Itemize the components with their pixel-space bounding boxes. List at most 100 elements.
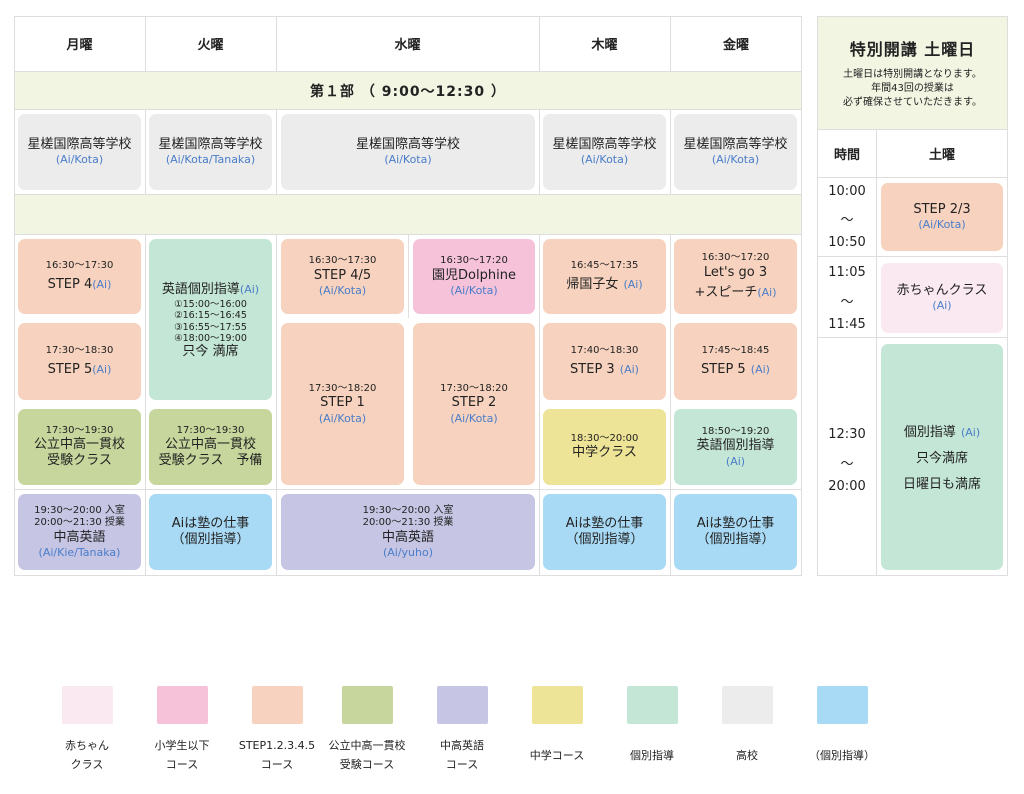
header-monday: 月曜: [66, 38, 93, 53]
tutor-label: (Ai): [725, 454, 746, 468]
class-pubjh-monday[interactable]: 17:30〜19:30 公立中高一貫校 受験クラス: [18, 409, 141, 485]
class-step23-saturday[interactable]: STEP 2/3 (Ai/Kota): [881, 183, 1003, 251]
class-kikoku-thursday[interactable]: 16:45〜17:35 帰国子女 (Ai): [543, 239, 666, 314]
class-step1-wednesday[interactable]: 17:30〜18:20 STEP 1 (Ai/Kota): [281, 323, 404, 485]
legend-label-english: 中高英語 コース: [440, 739, 484, 772]
work-label: Aiは塾の仕事: [171, 515, 250, 531]
tutor-label: (Ai/Kota): [580, 153, 629, 167]
slot-3: ③16:55〜17:55: [174, 321, 247, 333]
tutor-label: (Ai): [750, 362, 770, 376]
class-pubjh-tuesday[interactable]: 17:30〜19:30 公立中高一貫校 受験クラス 予備: [149, 409, 272, 485]
school-cell-thursday[interactable]: 星槎国際高等学校 (Ai/Kota): [543, 114, 666, 190]
class-individual-saturday[interactable]: 個別指導 (Ai) 只今満席 日曜日も満席: [881, 344, 1003, 570]
grid-line: [876, 129, 877, 576]
tutor-label: (Ai/Kota): [55, 153, 104, 167]
class-time-entry: 19:30〜20:00 入室: [362, 504, 454, 516]
school-name: 星槎国際高等学校: [158, 137, 263, 152]
tutor-label: (Ai/yuho): [382, 545, 434, 559]
legend-label-pubjh: 公立中高一貫校 受験コース: [328, 739, 406, 772]
legend-swatch-english: [437, 686, 488, 724]
tutor-label: (Ai/Kota/Tanaka): [165, 153, 256, 167]
class-time: 16:45〜17:35: [570, 260, 639, 272]
school-cell-wednesday[interactable]: 星槎国際高等学校 (Ai/Kota): [281, 114, 535, 190]
grid-line: [14, 109, 802, 110]
class-title: STEP 4/5: [313, 267, 372, 283]
school-cell-monday[interactable]: 星槎国際高等学校 (Ai/Kota): [18, 114, 141, 190]
class-time: 18:30〜20:00: [570, 432, 639, 444]
class-letsgo-friday[interactable]: 16:30〜17:20 Let's go 3 +スピーチ(Ai): [674, 239, 797, 314]
school-name: 星槎国際高等学校: [552, 137, 657, 152]
class-time: 18:50〜19:20: [701, 425, 770, 437]
class-english-monday[interactable]: 19:30〜20:00 入室 20:00〜21:30 授業 中高英語 (Ai/K…: [18, 494, 141, 570]
time-start: 12:30: [828, 427, 866, 442]
tutor-label: (Ai): [757, 285, 777, 299]
time-end: 11:45: [828, 317, 866, 332]
section-band-2: [15, 195, 801, 234]
header-friday: 金曜: [722, 38, 749, 53]
class-time: 17:30〜18:20: [440, 382, 508, 394]
time-start: 11:05: [828, 265, 866, 280]
class-english-individual-tuesday[interactable]: 英語個別指導(Ai) ①15:00〜16:00 ②16:15〜16:45 ③16…: [149, 239, 272, 400]
class-baby-saturday[interactable]: 赤ちゃんクラス (Ai): [881, 263, 1003, 333]
class-step45-wednesday[interactable]: 16:30〜17:30 STEP 4/5 (Ai/Kota): [281, 239, 404, 314]
header-thursday: 木曜: [591, 38, 618, 53]
school-cell-tuesday[interactable]: 星槎国際高等学校 (Ai/Kota/Tanaka): [149, 114, 272, 190]
class-title: STEP 4: [47, 276, 93, 292]
slot-2: ②16:15〜16:45: [174, 310, 247, 322]
class-jh-thursday[interactable]: 18:30〜20:00 中学クラス: [543, 409, 666, 485]
tutor-label: (Ai/Kota): [450, 411, 498, 425]
legend-label-highschool: 高校: [736, 749, 758, 762]
legend: 赤ちゃん クラス 小学生以下 コース STEP1.2.3.4.5 コース 公立中高一貫…: [0, 680, 1024, 790]
class-step5-monday[interactable]: 17:30〜18:30 STEP 5(Ai): [18, 323, 141, 400]
time-start: 10:00: [828, 184, 866, 199]
tutor-label: (Ai/Kota): [384, 153, 432, 167]
class-title: 中学クラス: [572, 445, 637, 461]
status-text: 只今満席: [915, 450, 968, 466]
legend-swatch-highschool: [722, 686, 773, 724]
class-step2-wednesday[interactable]: 17:30〜18:20 STEP 2 (Ai/Kota): [413, 323, 535, 485]
grid-line: [817, 177, 1008, 178]
class-step3-thursday[interactable]: 17:40〜18:30 STEP 3 (Ai): [543, 323, 666, 400]
class-title: 中高英語: [53, 529, 106, 545]
legend-label-individual: 個別指導: [630, 749, 674, 762]
work-cell-friday[interactable]: Aiは塾の仕事 （個別指導）: [674, 494, 797, 570]
work-cell-thursday[interactable]: Aiは塾の仕事 （個別指導）: [543, 494, 666, 570]
work-label: Aiは塾の仕事: [696, 515, 775, 531]
saturday-desc-3: 必ず確保させていただきます。: [843, 97, 982, 108]
saturday-col-time: 時間: [833, 148, 860, 163]
class-time: 17:30〜18:20: [308, 382, 377, 394]
section-label: 第１部 （ 9:00〜12:30 ）: [309, 83, 506, 100]
grid-line: [817, 337, 1008, 338]
work-sublabel: （個別指導）: [171, 532, 250, 547]
class-title: 個別指導: [903, 424, 956, 440]
time-end: 10:50: [828, 235, 866, 250]
saturday-col-day: 土曜: [928, 148, 955, 163]
class-title-line2: 受験クラス: [47, 453, 112, 469]
legend-swatch-step: [252, 686, 303, 724]
class-time: 16:30〜17:20: [440, 255, 508, 267]
saturday-desc-1: 土曜日は特別開講となります。: [843, 69, 982, 80]
work-cell-tuesday[interactable]: Aiは塾の仕事 （個別指導）: [149, 494, 272, 570]
class-title-line2: +スピーチ: [694, 284, 758, 300]
class-step5-friday[interactable]: 17:45〜18:45 STEP 5 (Ai): [674, 323, 797, 400]
class-english-wednesday[interactable]: 19:30〜20:00 入室 20:00〜21:30 授業 中高英語 (Ai/y…: [281, 494, 535, 570]
slot-4: ④18:00〜19:00: [174, 332, 247, 344]
school-name: 星槎国際高等学校: [683, 137, 788, 152]
legend-label-individual-work: （個別指導）: [809, 749, 875, 762]
school-cell-friday[interactable]: 星槎国際高等学校 (Ai/Kota): [674, 114, 797, 190]
class-title: Let's go 3: [703, 264, 768, 280]
class-step4-monday[interactable]: 16:30〜17:30 STEP 4(Ai): [18, 239, 141, 314]
class-time: 16:30〜17:20: [701, 252, 770, 263]
class-title: 中高英語: [381, 529, 434, 545]
class-english-individual-friday[interactable]: 18:50〜19:20 英語個別指導 (Ai): [674, 409, 797, 485]
class-time-entry: 19:30〜20:00 入室: [34, 504, 125, 516]
status-text-sunday: 日曜日も満席: [902, 477, 981, 493]
class-title: STEP 5: [701, 361, 746, 377]
class-time: 16:30〜17:30: [308, 255, 377, 267]
class-dolphine-wednesday[interactable]: 16:30〜17:20 園児Dolphine (Ai/Kota): [413, 239, 535, 314]
class-title: 赤ちゃんクラス: [896, 283, 988, 298]
legend-swatch-individual: [627, 686, 678, 724]
tutor-label: (Ai/Kie/Tanaka): [38, 545, 121, 559]
legend-swatch-individual-work: [817, 686, 868, 724]
class-time: 16:30〜17:30: [45, 260, 114, 272]
